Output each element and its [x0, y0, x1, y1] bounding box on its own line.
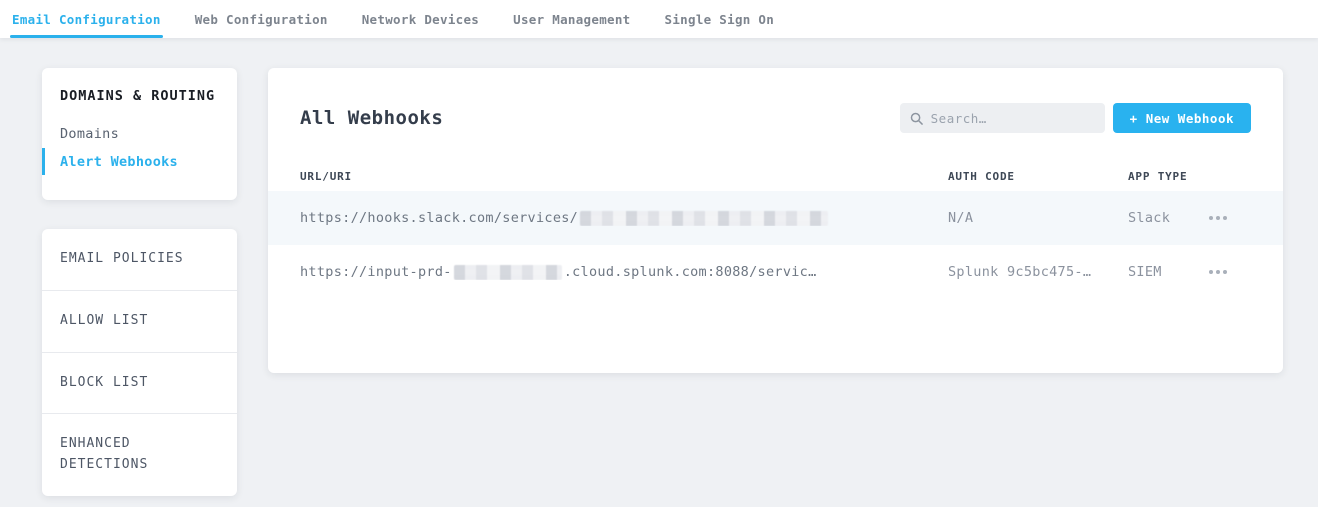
sidebar-section-title: DOMAINS & ROUTING — [60, 88, 219, 104]
sidebar-section-block-list[interactable]: BLOCK LIST — [42, 352, 237, 414]
tab-web-configuration[interactable]: Web Configuration — [193, 0, 330, 38]
webhooks-panel: All Webhooks + New Webhook URL/URI AUTH … — [268, 68, 1283, 373]
panel-header: All Webhooks + New Webhook — [300, 103, 1251, 133]
table-row: https://hooks.slack.com/services/ N/A Sl… — [268, 191, 1283, 245]
page-body: DOMAINS & ROUTING DomainsAlert Webhooks … — [0, 38, 1318, 496]
header-actions: + New Webhook — [900, 103, 1251, 133]
sidebar: DOMAINS & ROUTING DomainsAlert Webhooks … — [42, 68, 237, 496]
webhooks-table: URL/URI AUTH CODE APP TYPE https://hooks… — [300, 161, 1251, 299]
column-header-auth-code: AUTH CODE — [948, 170, 1128, 183]
row-menu-button[interactable] — [1207, 264, 1229, 280]
tab-single-sign-on[interactable]: Single Sign On — [663, 0, 777, 38]
tab-network-devices[interactable]: Network Devices — [360, 0, 481, 38]
domains-routing-items: DomainsAlert Webhooks — [60, 120, 219, 176]
table-row: https://input-prd-.cloud.splunk.com:8088… — [300, 245, 1251, 299]
row-menu-button[interactable] — [1207, 210, 1229, 226]
table-body: https://hooks.slack.com/services/ N/A Sl… — [300, 191, 1251, 299]
page-title: All Webhooks — [300, 107, 443, 129]
tab-user-management[interactable]: User Management — [511, 0, 632, 38]
sidebar-section-email-policies[interactable]: EMAIL POLICIES — [42, 229, 237, 290]
sidebar-section-enhanced-detections[interactable]: ENHANCED DETECTIONS — [42, 413, 237, 496]
webhook-auth-code: N/A — [948, 210, 1128, 226]
redacted-url-segment — [580, 211, 828, 226]
table-header-row: URL/URI AUTH CODE APP TYPE — [300, 161, 1251, 191]
search-box[interactable] — [900, 103, 1105, 133]
redacted-url-segment — [454, 265, 562, 280]
search-icon — [910, 112, 923, 125]
column-header-url: URL/URI — [300, 170, 948, 183]
webhook-app-type: Slack — [1128, 210, 1170, 226]
webhook-url: https://hooks.slack.com/services/ — [300, 210, 948, 226]
webhook-url: https://input-prd-.cloud.splunk.com:8088… — [300, 264, 948, 280]
webhook-app-type: SIEM — [1128, 264, 1162, 280]
tab-email-configuration[interactable]: Email Configuration — [10, 0, 163, 38]
search-input[interactable] — [931, 111, 1095, 126]
sidebar-section-allow-list[interactable]: ALLOW LIST — [42, 290, 237, 352]
sidebar-item-alert-webhooks[interactable]: Alert Webhooks — [60, 148, 219, 176]
new-webhook-button[interactable]: + New Webhook — [1113, 103, 1251, 133]
sidebar-sections-card: EMAIL POLICIESALLOW LISTBLOCK LISTENHANC… — [42, 229, 237, 496]
top-navigation-bar: Email Configuration Web Configuration Netw… — [0, 0, 1318, 38]
sidebar-item-domains[interactable]: Domains — [60, 120, 219, 148]
webhook-auth-code: Splunk 9c5bc475-… — [948, 264, 1128, 280]
top-nav-tabs: Email Configuration Web Configuration Netw… — [0, 0, 1318, 38]
column-header-app-type: APP TYPE — [1128, 170, 1251, 183]
domains-routing-card: DOMAINS & ROUTING DomainsAlert Webhooks — [42, 68, 237, 200]
